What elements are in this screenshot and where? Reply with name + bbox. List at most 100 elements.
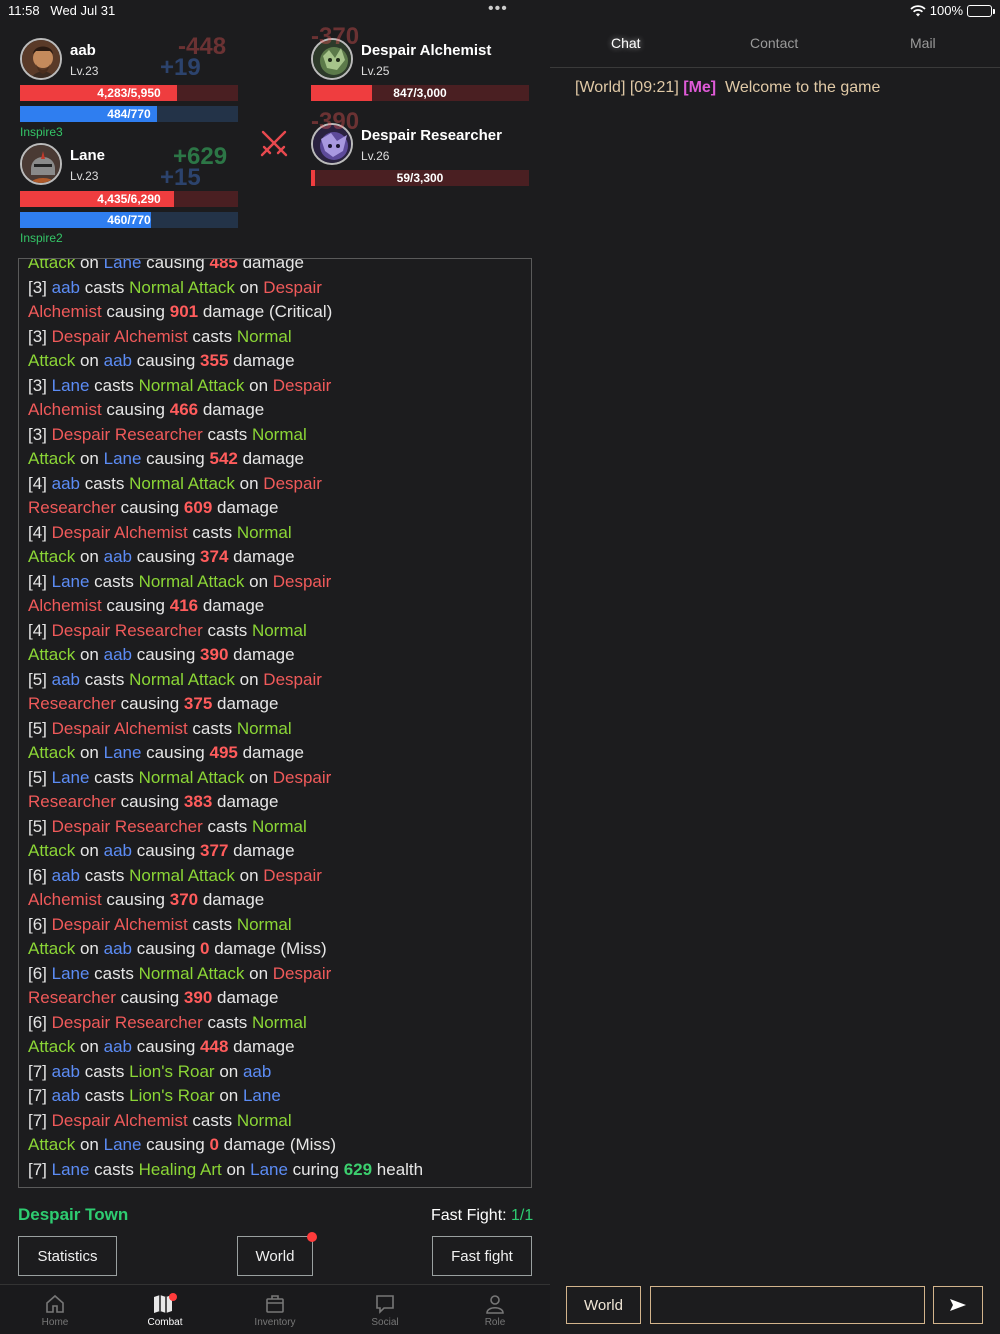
- log-segment: damage: [198, 890, 265, 909]
- log-segment: damage: [237, 449, 305, 468]
- log-segment: 901: [169, 302, 199, 321]
- log-segment: Despair: [263, 865, 322, 885]
- tab-inventory[interactable]: Inventory: [245, 1291, 305, 1328]
- log-segment: causing: [131, 351, 201, 370]
- chat-message: [World] [09:21] [Me] Welcome to the game: [575, 79, 880, 97]
- chat-channel: [World]: [575, 79, 626, 96]
- log-line: Alchemist causing 901 damage (Critical): [28, 300, 523, 325]
- party-member-lane[interactable]: Lane Lv.23 +629 +15 4,435/6,290 460/770 …: [20, 143, 240, 248]
- inventory-icon: [266, 1295, 284, 1313]
- log-segment: causing: [141, 743, 210, 762]
- fast-fight-button[interactable]: Fast fight: [432, 1236, 532, 1276]
- log-segment: casts: [202, 424, 252, 444]
- log-segment: Attack: [28, 351, 76, 370]
- map-icon: [154, 1293, 177, 1313]
- log-line: [6] Despair Alchemist casts Normal: [28, 913, 523, 938]
- buff-label: Inspire3: [20, 125, 63, 139]
- tab-social[interactable]: Social: [355, 1291, 415, 1328]
- unit-level: Lv.23: [70, 64, 99, 78]
- tab-label: Social: [371, 1317, 399, 1328]
- log-segment: Despair Researcher: [51, 424, 203, 444]
- log-segment: Normal Attack: [138, 375, 245, 395]
- log-segment: 370: [169, 890, 199, 909]
- log-segment: Attack: [28, 645, 76, 664]
- log-segment: Normal Attack: [129, 865, 235, 885]
- combat-log[interactable]: Attack on Lane causing 485 damage [3] aab…: [18, 258, 532, 1188]
- log-segment: casts: [89, 375, 139, 395]
- log-segment: 448: [200, 1037, 229, 1056]
- chat-panel: Chat Contact Mail [World] [09:21] [Me] W…: [550, 22, 1000, 1334]
- log-segment: casts: [89, 1159, 139, 1179]
- log-segment: [5]: [28, 718, 52, 738]
- status-bar: 11:58 Wed Jul 31 ••• 100%: [0, 0, 1000, 22]
- log-segment: 416: [169, 596, 199, 615]
- log-segment: casts: [187, 914, 237, 934]
- log-line: Researcher causing 390 damage: [28, 986, 523, 1011]
- log-line: [7] aab casts Lion's Roar on Lane: [28, 1084, 523, 1109]
- log-segment: on: [244, 963, 273, 983]
- chat-channel-button[interactable]: World: [566, 1286, 641, 1324]
- log-segment: 390: [183, 988, 213, 1007]
- log-segment: casts: [202, 620, 252, 640]
- tab-label: Role: [484, 1317, 506, 1328]
- unit-level: Lv.25: [361, 64, 390, 78]
- log-segment: casts: [187, 718, 237, 738]
- tab-home[interactable]: Home: [25, 1291, 85, 1328]
- battery-icon: [967, 4, 995, 17]
- log-segment: damage: [228, 1037, 295, 1056]
- log-segment: Despair: [263, 473, 322, 493]
- log-segment: on: [75, 743, 104, 762]
- log-line: Attack on Lane causing 542 damage: [28, 447, 523, 472]
- log-segment: damage: [212, 694, 279, 713]
- log-segment: on: [75, 841, 104, 860]
- log-segment: on: [214, 1086, 243, 1105]
- tab-combat[interactable]: Combat: [135, 1291, 195, 1328]
- chat-sender[interactable]: [Me]: [683, 79, 716, 96]
- tab-contact[interactable]: Contact: [750, 35, 798, 51]
- log-line: Attack on aab causing 377 damage: [28, 839, 523, 864]
- log-segment: aab: [103, 645, 132, 664]
- hp-text: 4,435/6,290: [97, 192, 161, 206]
- log-line: [6] Lane casts Normal Attack on Despair: [28, 962, 523, 987]
- log-segment: Lane: [51, 571, 90, 591]
- world-button[interactable]: World: [237, 1232, 317, 1276]
- log-segment: [3]: [28, 375, 52, 395]
- multitask-dots[interactable]: •••: [488, 0, 508, 18]
- notification-dot: [307, 1232, 317, 1242]
- log-segment: 390: [200, 645, 229, 664]
- send-button[interactable]: [933, 1286, 983, 1324]
- log-line: [3] Despair Alchemist casts Normal: [28, 325, 523, 350]
- log-segment: Normal: [251, 816, 307, 836]
- unit-name: Despair Researcher: [361, 127, 502, 144]
- log-segment: Attack: [28, 743, 76, 762]
- log-segment: damage: [212, 792, 279, 811]
- log-segment: aab: [103, 547, 132, 566]
- statistics-button[interactable]: Statistics: [18, 1236, 117, 1276]
- log-segment: Lane: [103, 743, 142, 762]
- log-segment: casts: [80, 669, 130, 689]
- log-line: Researcher causing 375 damage: [28, 692, 523, 717]
- log-segment: causing: [131, 841, 201, 860]
- log-segment: [4]: [28, 620, 52, 640]
- tab-chat[interactable]: Chat: [611, 35, 641, 51]
- log-segment: damage: [228, 547, 295, 566]
- mana-popup: +19: [160, 54, 201, 81]
- unit-level: Lv.26: [361, 149, 390, 163]
- log-segment: Attack: [28, 1037, 76, 1056]
- log-segment: on: [234, 277, 264, 297]
- log-segment: damage: [228, 645, 295, 664]
- party-member-aab[interactable]: aab Lv.23 -448 +19 4,283/5,950 484/770 I…: [20, 33, 240, 139]
- log-segment: Healing Art: [138, 1159, 222, 1179]
- tab-mail[interactable]: Mail: [910, 35, 936, 51]
- tab-role[interactable]: Role: [465, 1291, 525, 1328]
- chat-input[interactable]: [650, 1286, 925, 1324]
- enemy-despair-researcher[interactable]: Despair Researcher Lv.26 -390 59/3,300: [311, 108, 531, 188]
- log-segment: causing: [115, 792, 184, 811]
- log-segment: Attack: [28, 841, 76, 860]
- enemy-despair-alchemist[interactable]: Despair Alchemist Lv.25 -370 847/3,000: [311, 23, 531, 103]
- log-segment: Lion's Roar: [129, 1086, 215, 1105]
- log-segment: 0: [209, 1135, 219, 1154]
- log-segment: on: [75, 939, 104, 958]
- log-segment: [5]: [28, 816, 52, 836]
- log-segment: damage: [228, 351, 295, 370]
